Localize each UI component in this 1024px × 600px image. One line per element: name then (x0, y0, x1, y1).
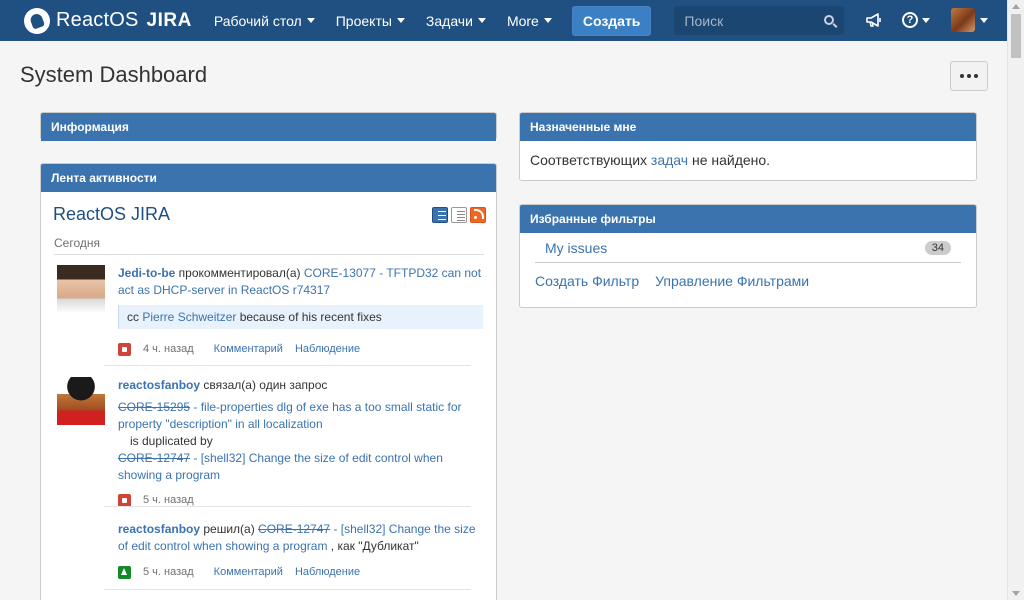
chevron-down-icon (396, 18, 405, 23)
activity-body: reactosfanboy связал(а) один запрос CORE… (118, 377, 483, 509)
search-placeholder: Поиск (684, 12, 724, 29)
dot-icon (960, 74, 964, 78)
activity-action: связал(а) один запрос (200, 378, 328, 392)
user-link[interactable]: reactosfanboy (118, 522, 200, 536)
comment-action-link[interactable]: Комментарий (214, 341, 283, 358)
mention-link[interactable]: Pierre Schweitzer (142, 310, 236, 324)
assigned-text-before: Соответствующих (530, 152, 651, 168)
linked-issue: CORE-12747 - [shell32] Change the size o… (118, 450, 483, 484)
activity-meta: 5 ч. назад Комментарий Наблюдение (118, 564, 483, 581)
nav-issues[interactable]: Задачи (426, 0, 486, 41)
megaphone-icon[interactable] (866, 13, 882, 27)
create-button[interactable]: Создать (571, 5, 652, 36)
comment-suffix: because of his recent fixes (236, 310, 382, 324)
issue-key-link[interactable]: CORE-12747 (258, 522, 330, 536)
activity-action: прокомментировал(а) (175, 266, 304, 280)
dot-icon (974, 74, 978, 78)
dot-icon (967, 74, 971, 78)
user-avatar[interactable] (951, 8, 975, 32)
scroll-thumb[interactable] (1011, 14, 1021, 58)
top-navigation-bar: ReactOS JIRA Рабочий стол Проекты Задачи… (0, 0, 1007, 41)
gadget-information-title[interactable]: Информация (41, 113, 496, 141)
chevron-down-icon[interactable] (922, 18, 930, 23)
issue-key-link[interactable]: CORE-15295 (118, 400, 190, 414)
watch-action-link[interactable]: Наблюдение (295, 341, 360, 358)
assigned-message: Соответствующих задач не найдено. (520, 141, 976, 179)
chevron-down-icon (477, 18, 486, 23)
avatar[interactable] (57, 377, 105, 425)
full-view-icon[interactable] (432, 206, 448, 223)
list-view-icon[interactable] (451, 206, 467, 223)
issue-key-link[interactable]: CORE-12747 (118, 451, 190, 465)
gadget-assigned-to-me: Назначенные мне Соответствующих задач не… (519, 112, 977, 181)
resolution-text: , как "Дубликат" (327, 539, 419, 553)
logo-jira-text: JIRA (146, 9, 192, 31)
activity-body: Jedi-to-be прокомментировал(а) CORE-1307… (118, 265, 483, 358)
rss-icon[interactable] (470, 206, 486, 223)
create-filter-link[interactable]: Создать Фильтр (535, 273, 639, 289)
activity-action: решил(а) (200, 522, 259, 536)
divider (104, 589, 471, 590)
activity-text: reactosfanboy связал(а) один запрос (118, 377, 483, 394)
scroll-up-arrow-icon[interactable] (1012, 4, 1020, 9)
more-options-button[interactable] (950, 61, 988, 91)
comment-prefix: cc (127, 310, 143, 324)
nav-issues-label: Задачи (425, 12, 473, 29)
gadget-information: Информация (40, 112, 497, 141)
search-icon (824, 15, 835, 25)
feed-title-row: ReactOS JIRA (53, 204, 486, 225)
timestamp: 5 ч. назад (143, 566, 194, 578)
filter-row[interactable]: My issues 34 (535, 233, 961, 263)
user-link[interactable]: reactosfanboy (118, 378, 200, 392)
nav-dashboards[interactable]: Рабочий стол (214, 0, 315, 41)
activity-meta: 4 ч. назад Комментарий Наблюдение (118, 341, 483, 358)
filter-count-badge: 34 (924, 240, 951, 255)
help-icon[interactable]: ? (902, 12, 918, 28)
day-label: Сегодня (54, 236, 484, 255)
activity-text: reactosfanboy решил(а) CORE-12747 - [she… (118, 521, 483, 555)
reactos-logo-icon (24, 7, 50, 34)
divider (104, 506, 471, 507)
gadget-favourite-filters: Избранные фильтры My issues 34 Создать Ф… (519, 204, 977, 308)
scroll-down-arrow-icon[interactable] (1012, 591, 1020, 596)
nav-more[interactable]: More (507, 0, 552, 41)
nav-projects[interactable]: Проекты (336, 0, 405, 41)
comment-action-link[interactable]: Комментарий (214, 564, 283, 581)
gadget-activity-stream-title[interactable]: Лента активности (41, 164, 496, 192)
logo-text: ReactOS (56, 9, 139, 31)
feed-view-controls (432, 206, 486, 223)
linked-issue: CORE-15295 - file-properties dlg of exe … (118, 399, 483, 433)
gadget-assigned-title[interactable]: Назначенные мне (520, 113, 976, 141)
chevron-down-icon (306, 18, 315, 23)
page-title: System Dashboard (20, 62, 208, 87)
user-link[interactable]: Jedi-to-be (118, 266, 175, 280)
chevron-down-icon[interactable] (980, 18, 988, 23)
feed-title[interactable]: ReactOS JIRA (53, 204, 170, 225)
issues-link[interactable]: задач (651, 152, 688, 168)
timestamp: 4 ч. назад (143, 343, 194, 355)
manage-filters-link[interactable]: Управление Фильтрами (655, 273, 809, 289)
filter-link[interactable]: My issues (545, 240, 607, 256)
divider (104, 365, 471, 366)
nav-projects-label: Проекты (335, 12, 392, 29)
jira-logo[interactable]: ReactOS JIRA (24, 0, 192, 41)
priority-major-icon (118, 566, 131, 579)
gadget-filters-title[interactable]: Избранные фильтры (520, 205, 976, 233)
search-input[interactable]: Поиск (674, 6, 845, 35)
comment-box: cc Pierre Schweitzer because of his rece… (118, 305, 483, 329)
watch-action-link[interactable]: Наблюдение (295, 564, 360, 581)
relation-label: is duplicated by (130, 434, 213, 448)
nav-dashboards-label: Рабочий стол (213, 12, 302, 29)
assigned-text-after: не найдено. (688, 152, 771, 168)
nav-more-label: More (506, 12, 539, 29)
avatar[interactable] (57, 265, 105, 313)
activity-text: Jedi-to-be прокомментировал(а) CORE-1307… (118, 265, 483, 299)
activity-body: reactosfanboy решил(а) CORE-12747 - [she… (118, 521, 483, 581)
page-scrollbar[interactable] (1007, 0, 1024, 600)
priority-blocker-icon (118, 343, 131, 356)
filter-actions: Создать Фильтр Управление Фильтрами (520, 263, 976, 299)
chevron-down-icon (543, 18, 552, 23)
gadget-activity-stream: Лента активности ReactOS JIRA Сегодня Je… (40, 163, 497, 600)
